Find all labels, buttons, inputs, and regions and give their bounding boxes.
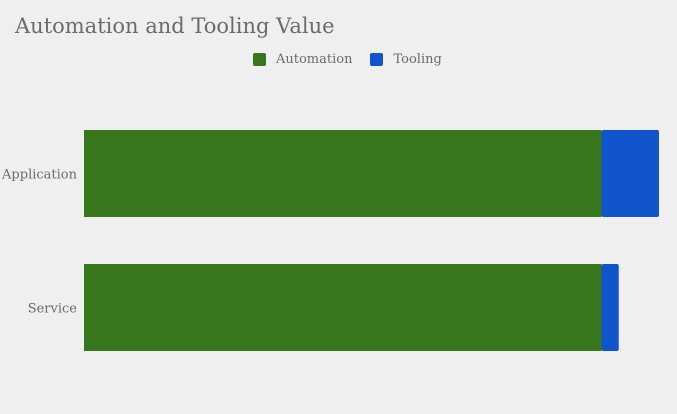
plot-area: Application Service xyxy=(1,130,660,351)
bar-tooling-service[interactable] xyxy=(601,264,619,351)
category-label-application: Application xyxy=(1,168,78,183)
bar-automation-service[interactable] xyxy=(84,264,602,351)
category-label-service: Service xyxy=(28,302,78,317)
bar-tooling-application[interactable] xyxy=(601,130,660,217)
chart: Automation and Tooling Value Automation … xyxy=(0,0,677,414)
bar-automation-application[interactable] xyxy=(84,130,602,217)
